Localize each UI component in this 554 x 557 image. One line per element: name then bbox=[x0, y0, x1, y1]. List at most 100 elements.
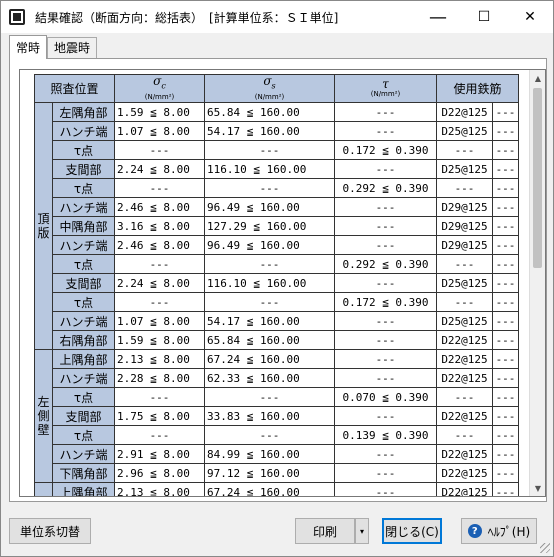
sigma-c-cell: --- bbox=[114, 178, 205, 198]
print-dropdown-icon[interactable]: ▾ bbox=[355, 518, 369, 544]
sigma-s-cell: 67.24 ≦ 160.00 bbox=[204, 349, 335, 369]
rebar-cell: D22@125 bbox=[436, 482, 493, 496]
rebar-cell: D25@125 bbox=[436, 121, 493, 141]
rebar2-cell: --- bbox=[492, 482, 519, 496]
tau-symbol: τ bbox=[382, 77, 389, 91]
result-window: 結果確認（断面方向：総括表） [計算単位系：ＳＩ単位] — ☐ ✕ 常時 地震時… bbox=[0, 0, 554, 557]
rebar2-cell: --- bbox=[492, 178, 519, 198]
close-window-button[interactable]: ✕ bbox=[507, 1, 553, 33]
check-location: ハンチ端 bbox=[52, 197, 115, 217]
sigma-s-cell: 116.10 ≦ 160.00 bbox=[204, 273, 335, 293]
rebar2-cell: --- bbox=[492, 235, 519, 255]
rebar-cell: D25@125 bbox=[436, 273, 493, 293]
minimize-button[interactable]: — bbox=[415, 1, 461, 33]
check-location: 支間部 bbox=[52, 406, 115, 426]
maximize-button[interactable]: ☐ bbox=[461, 1, 507, 33]
sigma-c-cell: 2.24 ≦ 8.00 bbox=[114, 159, 205, 179]
check-location: ハンチ端 bbox=[52, 311, 115, 331]
rebar-cell: D29@125 bbox=[436, 235, 493, 255]
rebar2-cell: --- bbox=[492, 254, 519, 274]
help-button[interactable]: ? ﾍﾙﾌﾟ(H) bbox=[461, 518, 537, 544]
check-location: 支間部 bbox=[52, 159, 115, 179]
scroll-thumb[interactable] bbox=[533, 88, 542, 268]
rebar-cell: --- bbox=[436, 178, 493, 198]
sigma-c-cell: 1.59 ≦ 8.00 bbox=[114, 102, 205, 122]
sigma-s-cell: --- bbox=[204, 178, 335, 198]
check-location: 右隅角部 bbox=[52, 330, 115, 350]
sigma-s-cell: --- bbox=[204, 292, 335, 312]
scroll-down-arrow-icon[interactable]: ▼ bbox=[530, 480, 545, 496]
table-body: 頂版左隅角部 1.59 ≦ 8.00 65.84 ≦ 160.00 --- D22@12… bbox=[34, 102, 519, 496]
sigma-s-cell: 96.49 ≦ 160.00 bbox=[204, 197, 335, 217]
rebar-cell: D22@125 bbox=[436, 330, 493, 350]
sigma-s-cell: --- bbox=[204, 387, 335, 407]
table-row: ハンチ端 2.91 ≦ 8.00 84.99 ≦ 160.00 --- D22@125-… bbox=[35, 444, 519, 464]
scroll-up-arrow-icon[interactable]: ▲ bbox=[530, 70, 545, 86]
table-row: τ点 --- --- 0.070 ≦ 0.390 --- --- bbox=[35, 387, 519, 407]
rebar-cell: D22@125 bbox=[436, 349, 493, 369]
sigma-c-cell: 2.24 ≦ 8.00 bbox=[114, 273, 205, 293]
unit-switch-button[interactable]: 単位系切替 bbox=[9, 518, 91, 544]
resize-grip-icon[interactable] bbox=[540, 543, 550, 553]
tau-cell: --- bbox=[334, 273, 437, 293]
table-row: τ点 --- --- 0.139 ≦ 0.390 --- --- bbox=[35, 425, 519, 445]
tab-earthquake[interactable]: 地震時 bbox=[47, 37, 98, 59]
sigma-c-cell: 2.46 ≦ 8.00 bbox=[114, 197, 205, 217]
rebar-cell: D25@125 bbox=[436, 311, 493, 331]
tau-cell: --- bbox=[334, 311, 437, 331]
table-row: 支間部 2.24 ≦ 8.00 116.10 ≦ 160.00 --- D25@125-… bbox=[35, 159, 519, 179]
rebar2-cell: --- bbox=[492, 368, 519, 388]
sigma-s-cell: 65.84 ≦ 160.00 bbox=[204, 330, 335, 350]
sigma-s-cell: 67.24 ≦ 160.00 bbox=[204, 482, 335, 496]
tau-cell: --- bbox=[334, 406, 437, 426]
result-content: 照査位置 σc (N/mm²) σs (N/mm²) τ (N/mm²) 使用鉄… bbox=[20, 70, 530, 496]
vertical-scrollbar[interactable]: ▲ ▼ bbox=[529, 70, 545, 496]
table-row: τ点 --- --- 0.172 ≦ 0.390 --- --- bbox=[35, 292, 519, 312]
sigma-c-cell: 1.07 ≦ 8.00 bbox=[114, 121, 205, 141]
tau-cell: --- bbox=[334, 216, 437, 236]
result-scroll-area[interactable]: 照査位置 σc (N/mm²) σs (N/mm²) τ (N/mm²) 使用鉄… bbox=[19, 69, 546, 497]
table-row: ハンチ端 2.46 ≦ 8.00 96.49 ≦ 160.00 --- D29@125-… bbox=[35, 235, 519, 255]
sigma-c-cell: --- bbox=[114, 254, 205, 274]
rebar-cell: --- bbox=[436, 140, 493, 160]
rebar-cell: D22@125 bbox=[436, 444, 493, 464]
window-title: 結果確認（断面方向：総括表） [計算単位系：ＳＩ単位] bbox=[35, 10, 339, 25]
rebar2-cell: --- bbox=[492, 444, 519, 464]
table-row: 下隅角部 2.96 ≦ 8.00 97.12 ≦ 160.00 --- D22@125-… bbox=[35, 463, 519, 483]
rebar2-cell: --- bbox=[492, 159, 519, 179]
table-row: ハンチ端 2.46 ≦ 8.00 96.49 ≦ 160.00 --- D29@125-… bbox=[35, 197, 519, 217]
check-location: ハンチ端 bbox=[52, 368, 115, 388]
check-location: ハンチ端 bbox=[52, 121, 115, 141]
rebar2-cell: --- bbox=[492, 387, 519, 407]
close-button[interactable]: 閉じる(C) bbox=[382, 518, 442, 544]
sigma-c-cell: 1.59 ≦ 8.00 bbox=[114, 330, 205, 350]
tau-cell: --- bbox=[334, 368, 437, 388]
header-rebar: 使用鉄筋 bbox=[436, 74, 519, 103]
sigma-s-subscript: s bbox=[271, 81, 276, 91]
title-bar[interactable]: 結果確認（断面方向：総括表） [計算単位系：ＳＩ単位] — ☐ ✕ bbox=[1, 1, 553, 33]
rebar-cell: D25@125 bbox=[436, 159, 493, 179]
table-row: ハンチ端 1.07 ≦ 8.00 54.17 ≦ 160.00 --- D25@125-… bbox=[35, 121, 519, 141]
sigma-c-cell: --- bbox=[114, 425, 205, 445]
sigma-c-cell: 2.13 ≦ 8.00 bbox=[114, 349, 205, 369]
sigma-s-cell: 65.84 ≦ 160.00 bbox=[204, 102, 335, 122]
table-row: 支間部 1.75 ≦ 8.00 33.83 ≦ 160.00 --- D22@125 --… bbox=[35, 406, 519, 426]
table-header-row: 照査位置 σc (N/mm²) σs (N/mm²) τ (N/mm²) 使用鉄… bbox=[34, 74, 519, 103]
print-button[interactable]: 印刷 bbox=[295, 518, 355, 544]
tau-cell: 0.172 ≦ 0.390 bbox=[334, 292, 437, 312]
check-location: ハンチ端 bbox=[52, 235, 115, 255]
rebar2-cell: --- bbox=[492, 273, 519, 293]
tau-cell: --- bbox=[334, 102, 437, 122]
check-location: τ点 bbox=[52, 140, 115, 160]
tau-cell: --- bbox=[334, 349, 437, 369]
tau-cell: 0.292 ≦ 0.390 bbox=[334, 178, 437, 198]
tab-normal[interactable]: 常時 bbox=[9, 35, 48, 59]
table-row: 頂版左隅角部 1.59 ≦ 8.00 65.84 ≦ 160.00 --- D22@12… bbox=[34, 102, 519, 350]
sigma-s-cell: 62.33 ≦ 160.00 bbox=[204, 368, 335, 388]
rebar2-cell: --- bbox=[492, 330, 519, 350]
check-location: ハンチ端 bbox=[52, 444, 115, 464]
rebar2-cell: --- bbox=[492, 102, 519, 122]
tau-cell: --- bbox=[334, 444, 437, 464]
sigma-c-cell: --- bbox=[114, 387, 205, 407]
window-controls: — ☐ ✕ bbox=[415, 1, 553, 33]
